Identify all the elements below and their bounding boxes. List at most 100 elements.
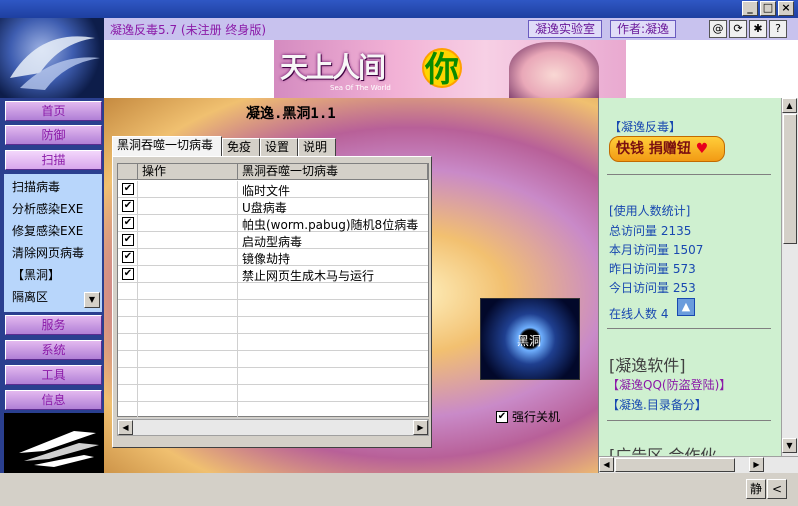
submenu-clean-web[interactable]: 清除网页病毒 — [12, 244, 84, 261]
row-label: U盘病毒 — [242, 201, 287, 215]
table-row[interactable]: ✔ 帕虫(worm.pabug)随机8位病毒 — [118, 215, 428, 232]
tab-about[interactable]: 说明 — [298, 138, 337, 156]
table-row[interactable]: ✔ 禁止网页生成木马与运行 — [118, 266, 428, 283]
submenu-repair-exe[interactable]: 修复感染EXE — [12, 222, 83, 239]
table-row[interactable] — [118, 351, 428, 368]
row-check-cell: ✔ — [118, 232, 138, 249]
row-action-cell — [138, 402, 238, 419]
force-shutdown-checkbox[interactable]: ✔ 强行关机 — [496, 408, 560, 425]
submenu-analyze-exe[interactable]: 分析感染EXE — [12, 200, 83, 217]
scroll-left-icon[interactable]: ◀ — [118, 420, 133, 435]
row-action-cell — [138, 385, 238, 402]
title-bar[interactable]: _ □ × — [0, 0, 798, 18]
tab-settings[interactable]: 设置 — [260, 138, 299, 156]
window-controls: _ □ × — [742, 1, 794, 16]
nav-home-button[interactable]: 首页 — [5, 101, 102, 121]
bottom-bar: 静 < — [0, 473, 798, 506]
submenu-scan-virus[interactable]: 扫描病毒 — [12, 178, 60, 195]
back-button[interactable]: < — [767, 479, 787, 499]
author-button[interactable]: 作者:凝逸 — [610, 20, 677, 38]
banner-ad[interactable]: 天上人间 Sea Of The World 你 — [274, 40, 626, 98]
table-row[interactable]: ✔ 启动型病毒 — [118, 232, 428, 249]
table-row[interactable] — [118, 368, 428, 385]
force-shutdown-label: 强行关机 — [512, 410, 561, 424]
row-action-cell — [138, 351, 238, 368]
stat-total: 总访问量 2135 — [609, 224, 692, 238]
submenu-blackhole[interactable]: 【黑洞】 — [12, 266, 60, 283]
table-row[interactable] — [118, 334, 428, 351]
scroll-thumb[interactable] — [615, 458, 735, 472]
submenu-quarantine[interactable]: 隔离区 — [12, 288, 48, 305]
bottom-logo — [4, 413, 104, 473]
scroll-right-icon[interactable]: ▶ — [413, 420, 428, 435]
row-label: 临时文件 — [242, 184, 291, 198]
row-action-cell — [138, 334, 238, 351]
grid-horizontal-scrollbar[interactable]: ◀ ▶ — [117, 419, 429, 436]
row-action-cell — [138, 181, 238, 198]
heart-icon: ♥ — [695, 141, 709, 157]
table-row[interactable] — [118, 300, 428, 317]
nav-scan-button[interactable]: 扫描 — [5, 150, 102, 170]
row-checkbox[interactable]: ✔ — [122, 234, 134, 246]
table-row[interactable]: ✔ U盘病毒 — [118, 198, 428, 215]
scroll-right-icon[interactable]: ▶ — [749, 457, 764, 472]
tab-blackhole[interactable]: 黑洞吞噬一切病毒 — [112, 136, 223, 156]
submenu-dropdown-button[interactable]: ▼ — [84, 292, 100, 308]
refresh-icon[interactable]: ⟳ — [729, 20, 747, 38]
maximize-button[interactable]: □ — [760, 1, 776, 16]
row-checkbox[interactable]: ✔ — [122, 217, 134, 229]
column-header-action[interactable]: 操作 — [138, 164, 238, 180]
static-button[interactable]: 静 — [746, 479, 766, 499]
row-check-cell: ✔ — [118, 266, 138, 283]
nav-defense-button[interactable]: 防御 — [5, 125, 102, 145]
table-row[interactable]: ✔ 镜像劫持 — [118, 249, 428, 266]
row-action-cell — [138, 317, 238, 334]
stat-online: 在线人数 4 — [609, 307, 669, 321]
row-checkbox[interactable]: ✔ — [122, 251, 134, 263]
divider — [607, 420, 771, 421]
top-toolbar: 凝逸反毒5.7 (未注册 终身版) 凝逸实验室 作者:凝逸 @ ⟳ ✱ ? — [104, 18, 798, 40]
tab-immunity[interactable]: 免疫 — [222, 138, 261, 156]
scroll-thumb[interactable] — [783, 114, 797, 244]
row-checkbox[interactable]: ✔ — [122, 183, 134, 195]
table-row[interactable] — [118, 317, 428, 334]
row-check-cell — [118, 283, 138, 300]
blackhole-image[interactable]: 黑洞 — [480, 298, 580, 380]
right-info-panel: 【凝逸反毒】 快钱 捐赠钮 ♥ [使用人数统计] 总访问量 2135 本月访问量… — [598, 98, 798, 473]
row-label: 帕虫(worm.pabug)随机8位病毒 — [242, 218, 419, 232]
close-button[interactable]: × — [778, 1, 794, 16]
scroll-down-icon[interactable]: ▼ — [782, 438, 797, 453]
row-label: 启动型病毒 — [242, 235, 303, 249]
table-row[interactable]: ✔ 临时文件 — [118, 181, 428, 198]
table-row[interactable] — [118, 385, 428, 402]
stat-month: 本月访问量 1507 — [609, 243, 704, 257]
column-header-item[interactable]: 黑洞吞噬一切病毒 — [238, 164, 428, 180]
nav-system-button[interactable]: 系统 — [5, 340, 102, 360]
row-check-cell — [118, 368, 138, 385]
row-checkbox[interactable]: ✔ — [122, 200, 134, 212]
nav-info-button[interactable]: 信息 — [5, 390, 102, 410]
lab-button[interactable]: 凝逸实验室 — [528, 20, 603, 38]
banner-area: 天上人间 Sea Of The World 你 — [104, 40, 798, 98]
minimize-button[interactable]: _ — [742, 1, 758, 16]
gear-icon[interactable]: ✱ — [749, 20, 767, 38]
right-vertical-scrollbar[interactable]: ▲ ▼ — [781, 98, 798, 456]
software-link-qq[interactable]: 【凝逸QQ(防盗登陆)】 — [607, 376, 731, 393]
scroll-up-icon[interactable]: ▲ — [782, 98, 797, 113]
force-shutdown-check[interactable]: ✔ — [496, 410, 508, 423]
software-link-backup[interactable]: 【凝逸.目录备分】 — [607, 396, 707, 413]
nav-tools-button[interactable]: 工具 — [5, 365, 102, 385]
row-checkbox[interactable]: ✔ — [122, 268, 134, 280]
table-row[interactable] — [118, 402, 428, 419]
online-stats-icon[interactable]: ▲ — [677, 298, 695, 316]
donate-button[interactable]: 快钱 捐赠钮 ♥ — [609, 136, 725, 162]
brand-link[interactable]: 【凝逸反毒】 — [609, 118, 681, 135]
table-row[interactable] — [118, 283, 428, 300]
divider — [607, 174, 771, 175]
right-horizontal-scrollbar[interactable]: ◀ ▶ — [599, 456, 798, 473]
scroll-left-icon[interactable]: ◀ — [599, 457, 614, 472]
swoosh-logo-icon — [10, 36, 100, 90]
nav-service-button[interactable]: 服务 — [5, 315, 102, 335]
at-icon[interactable]: @ — [709, 20, 727, 38]
help-icon[interactable]: ? — [769, 20, 787, 38]
